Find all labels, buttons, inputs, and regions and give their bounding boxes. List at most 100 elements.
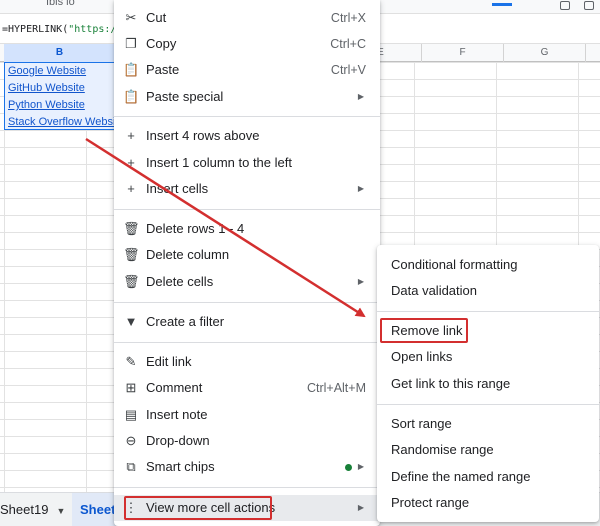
menu-item-paste[interactable]: 📋 Paste Ctrl+V [114, 57, 380, 83]
cell-link-stack-overflow[interactable]: Stack Overflow Website [8, 114, 116, 131]
filter-icon: ▼ [124, 314, 138, 329]
menu-item-smart-chips[interactable]: ⧉ Smart chips ▶ [114, 454, 380, 480]
menu-item-label: Drop-down [146, 433, 210, 448]
submenu-item-randomise-range[interactable]: Randomise range [377, 437, 599, 463]
merge-cells-icon[interactable] [584, 1, 594, 10]
copy-icon: ❐ [125, 36, 137, 51]
menu-item-label: Delete cells [146, 274, 214, 289]
menu-divider [114, 487, 380, 488]
menu-item-copy[interactable]: ❐ Copy Ctrl+C [114, 31, 380, 57]
submenu-item-label: Get link to this range [391, 376, 511, 391]
submenu-item-label: Data validation [391, 283, 477, 298]
pencil-icon: ✎ [125, 354, 137, 369]
more-cell-actions-submenu: Conditional formatting Data validation R… [377, 245, 599, 522]
menu-item-label: Smart chips [146, 459, 215, 474]
formula-text: =HYPERLINK("https:/ [2, 24, 116, 35]
submenu-arrow-icon: ▶ [357, 503, 364, 512]
menu-item-drop-down[interactable]: ⊖ Drop-down [114, 428, 380, 454]
menu-item-delete-column[interactable]: 🗑 Delete column [114, 242, 380, 268]
smart-chip-icon: ⧉ [126, 459, 136, 474]
submenu-item-label: Randomise range [391, 442, 494, 457]
submenu-divider [377, 404, 599, 405]
borders-icon[interactable] [560, 1, 570, 10]
menu-item-view-more-cell-actions[interactable]: ⋮ View more cell actions ▶ [114, 495, 380, 521]
menu-item-label: Comment [146, 380, 203, 395]
column-header-f[interactable]: F [422, 44, 504, 62]
clipboard-icon: 📋 [123, 62, 140, 77]
menu-item-label: Copy [146, 36, 177, 51]
submenu-item-define-named-range[interactable]: Define the named range [377, 464, 599, 490]
clipboard-icon: 📋 [123, 89, 140, 104]
menu-item-cut[interactable]: ✂ Cut Ctrl+X [114, 5, 380, 31]
submenu-divider [377, 311, 599, 312]
plus-icon: + [127, 128, 135, 143]
menu-item-delete-rows[interactable]: 🗑 Delete rows 1 - 4 [114, 216, 380, 242]
column-header-b[interactable]: B [4, 44, 116, 62]
menu-divider [114, 302, 380, 303]
shortcut-text: Ctrl+Alt+M [306, 381, 366, 395]
submenu-item-label: Open links [391, 349, 453, 364]
menu-divider [114, 342, 380, 343]
submenu-item-protect-range[interactable]: Protect range [377, 490, 599, 516]
note-icon: ▤ [124, 407, 138, 422]
submenu-arrow-icon: ▶ [357, 184, 364, 193]
dropdown-chip-icon: ⊖ [125, 433, 137, 448]
menu-item-label: Cut [146, 10, 167, 25]
submenu-arrow-icon: ▶ [357, 277, 364, 286]
shortcut-text: Ctrl+X [330, 11, 366, 25]
submenu-item-label: Protect range [391, 495, 470, 510]
sheet-tab-label: Sheet19 [0, 502, 49, 517]
menu-item-insert-column[interactable]: + Insert 1 column to the left [114, 150, 380, 176]
menu-item-insert-cells[interactable]: + Insert cells ▶ [114, 176, 380, 202]
submenu-item-conditional-formatting[interactable]: Conditional formatting [377, 252, 599, 278]
menu-item-insert-rows[interactable]: + Insert 4 rows above [114, 123, 380, 149]
menu-item-label: View more cell actions [146, 500, 276, 515]
cell-link-python[interactable]: Python Website [8, 97, 116, 114]
menu-item-label: Delete rows 1 - 4 [146, 221, 245, 236]
menu-item-label: Paste [146, 62, 180, 77]
shortcut-text: Ctrl+V [330, 63, 366, 77]
submenu-item-label: Remove link [391, 323, 463, 338]
menu-item-create-filter[interactable]: ▼ Create a filter [114, 309, 380, 335]
submenu-item-sort-range[interactable]: Sort range [377, 411, 599, 437]
menu-item-label: Insert 1 column to the left [146, 155, 292, 170]
menu-item-label: Paste special [146, 89, 224, 104]
plus-icon: + [127, 155, 135, 170]
menu-item-delete-cells[interactable]: 🗑 Delete cells ▶ [114, 269, 380, 295]
submenu-item-label: Sort range [391, 416, 452, 431]
menu-divider [114, 209, 380, 210]
menu-item-paste-special[interactable]: 📋 Paste special ▶ [114, 84, 380, 110]
submenu-arrow-icon: ▶ [357, 462, 364, 471]
formula-string: "https:/ [68, 24, 117, 35]
submenu-item-label: Conditional formatting [391, 257, 518, 272]
menu-item-insert-note[interactable]: ▤ Insert note [114, 402, 380, 428]
menu-item-comment[interactable]: ⊞ Comment Ctrl+Alt+M [114, 375, 380, 401]
more-vert-icon: ⋮ [124, 500, 138, 515]
cell-link-google[interactable]: Google Website [8, 63, 116, 80]
menu-item-edit-link[interactable]: ✎ Edit link [114, 349, 380, 375]
menu-item-label: Delete column [146, 247, 230, 262]
column-header-g[interactable]: G [504, 44, 586, 62]
trash-icon: 🗑 [123, 221, 140, 236]
submenu-item-open-links[interactable]: Open links [377, 344, 599, 370]
menu-item-label: Edit link [146, 354, 192, 369]
sheet-tab-sheet19[interactable]: Sheet19 ▼ [0, 493, 65, 526]
chevron-down-icon[interactable]: ▼ [56, 506, 65, 516]
submenu-item-get-link[interactable]: Get link to this range [377, 371, 599, 397]
menu-item-label: Insert cells [146, 181, 209, 196]
text-color-underline-icon[interactable] [492, 3, 512, 6]
shortcut-text: Ctrl+C [330, 37, 366, 51]
toolbar-partial-text: Ibis io [46, 0, 75, 8]
submenu-item-label: Define the named range [391, 469, 531, 484]
submenu-item-remove-link[interactable]: Remove link [377, 318, 599, 344]
menu-divider [114, 116, 380, 117]
trash-icon: 🗑 [123, 274, 140, 289]
sheet-tab-label: Sheet [80, 502, 116, 517]
submenu-arrow-icon: ▶ [357, 92, 364, 101]
menu-item-label: Insert 4 rows above [146, 128, 260, 143]
cell-link-github[interactable]: GitHub Website [8, 80, 116, 97]
formula-prefix: =HYPERLINK( [2, 24, 69, 35]
submenu-item-data-validation[interactable]: Data validation [377, 278, 599, 304]
cell-context-menu: ✂ Cut Ctrl+X ❐ Copy Ctrl+C 📋 Paste Ctrl+… [114, 0, 380, 526]
comment-icon: ⊞ [125, 380, 137, 395]
